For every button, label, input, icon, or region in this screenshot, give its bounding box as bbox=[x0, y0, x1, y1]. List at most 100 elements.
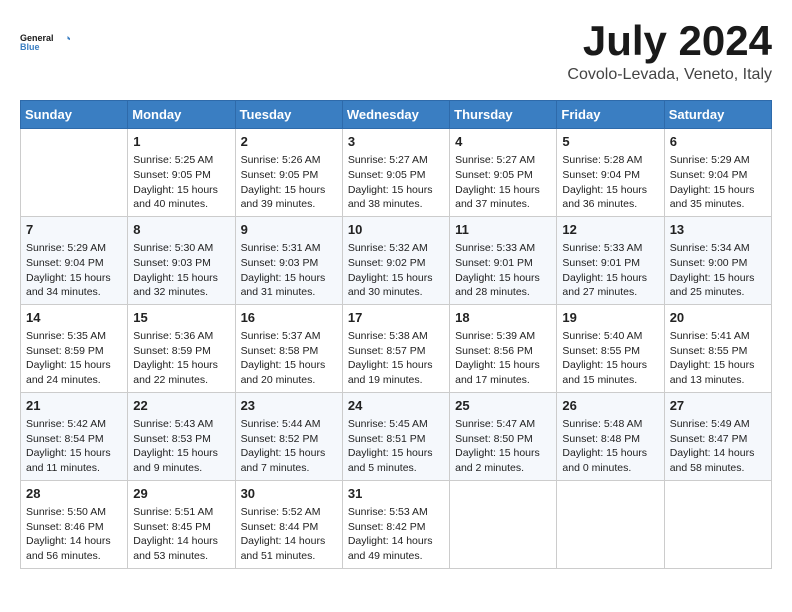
day-cell: 23 Sunrise: 5:44 AM Sunset: 8:52 PM Dayli… bbox=[235, 392, 342, 480]
day-info: Sunrise: 5:30 AM Sunset: 9:03 PM Dayligh… bbox=[133, 241, 229, 300]
day-cell: 7 Sunrise: 5:29 AM Sunset: 9:04 PM Daylig… bbox=[21, 216, 128, 304]
day-info: Sunrise: 5:47 AM Sunset: 8:50 PM Dayligh… bbox=[455, 417, 551, 476]
day-number: 18 bbox=[455, 309, 551, 327]
day-cell: 15 Sunrise: 5:36 AM Sunset: 8:59 PM Dayli… bbox=[128, 304, 235, 392]
col-header-tuesday: Tuesday bbox=[235, 101, 342, 129]
location-title: Covolo-Levada, Veneto, Italy bbox=[567, 66, 772, 84]
day-number: 16 bbox=[241, 309, 337, 327]
day-info: Sunrise: 5:28 AM Sunset: 9:04 PM Dayligh… bbox=[562, 153, 658, 212]
day-cell bbox=[450, 480, 557, 568]
day-cell: 2Sunrise: 5:26 AM Sunset: 9:05 PM Daylig… bbox=[235, 129, 342, 217]
logo: General Blue bbox=[20, 20, 70, 64]
day-info: Sunrise: 5:48 AM Sunset: 8:48 PM Dayligh… bbox=[562, 417, 658, 476]
day-cell: 28Sunrise: 5:50 AM Sunset: 8:46 PM Dayli… bbox=[21, 480, 128, 568]
day-number: 7 bbox=[26, 221, 122, 239]
week-row-5: 28Sunrise: 5:50 AM Sunset: 8:46 PM Dayli… bbox=[21, 480, 772, 568]
day-cell: 25 Sunrise: 5:47 AM Sunset: 8:50 PM Dayli… bbox=[450, 392, 557, 480]
col-header-saturday: Saturday bbox=[664, 101, 771, 129]
month-title: July 2024 bbox=[567, 20, 772, 62]
day-info: Sunrise: 5:41 AM Sunset: 8:55 PM Dayligh… bbox=[670, 329, 766, 388]
week-row-3: 14Sunrise: 5:35 AM Sunset: 8:59 PM Dayli… bbox=[21, 304, 772, 392]
week-row-4: 21Sunrise: 5:42 AM Sunset: 8:54 PM Dayli… bbox=[21, 392, 772, 480]
day-number: 13 bbox=[670, 221, 766, 239]
day-info: Sunrise: 5:52 AM Sunset: 8:44 PM Dayligh… bbox=[241, 505, 337, 564]
svg-text:General: General bbox=[20, 33, 54, 43]
day-info: Sunrise: 5:33 AM Sunset: 9:01 PM Dayligh… bbox=[455, 241, 551, 300]
day-info: Sunrise: 5:37 AM Sunset: 8:58 PM Dayligh… bbox=[241, 329, 337, 388]
day-info: Sunrise: 5:49 AM Sunset: 8:47 PM Dayligh… bbox=[670, 417, 766, 476]
day-cell: 3 Sunrise: 5:27 AM Sunset: 9:05 PM Daylig… bbox=[342, 129, 449, 217]
day-number: 28 bbox=[26, 485, 122, 503]
day-cell bbox=[557, 480, 664, 568]
day-cell: 18 Sunrise: 5:39 AM Sunset: 8:56 PM Dayli… bbox=[450, 304, 557, 392]
day-cell: 21Sunrise: 5:42 AM Sunset: 8:54 PM Dayli… bbox=[21, 392, 128, 480]
day-cell: 16 Sunrise: 5:37 AM Sunset: 8:58 PM Dayli… bbox=[235, 304, 342, 392]
day-number: 22 bbox=[133, 397, 229, 415]
day-cell: 14Sunrise: 5:35 AM Sunset: 8:59 PM Dayli… bbox=[21, 304, 128, 392]
day-cell: 19 Sunrise: 5:40 AM Sunset: 8:55 PM Dayli… bbox=[557, 304, 664, 392]
week-row-2: 7 Sunrise: 5:29 AM Sunset: 9:04 PM Daylig… bbox=[21, 216, 772, 304]
day-number: 14 bbox=[26, 309, 122, 327]
day-number: 9 bbox=[241, 221, 337, 239]
day-number: 19 bbox=[562, 309, 658, 327]
week-row-1: 1 Sunrise: 5:25 AM Sunset: 9:05 PM Daylig… bbox=[21, 129, 772, 217]
col-header-friday: Friday bbox=[557, 101, 664, 129]
day-number: 4 bbox=[455, 133, 551, 151]
day-number: 10 bbox=[348, 221, 444, 239]
day-number: 3 bbox=[348, 133, 444, 151]
page-header: General Blue July 2024 Covolo-Levada, Ve… bbox=[20, 20, 772, 84]
day-cell: 10 Sunrise: 5:32 AM Sunset: 9:02 PM Dayli… bbox=[342, 216, 449, 304]
day-number: 20 bbox=[670, 309, 766, 327]
day-number: 26 bbox=[562, 397, 658, 415]
day-cell: 26 Sunrise: 5:48 AM Sunset: 8:48 PM Dayli… bbox=[557, 392, 664, 480]
day-number: 8 bbox=[133, 221, 229, 239]
day-info: Sunrise: 5:51 AM Sunset: 8:45 PM Dayligh… bbox=[133, 505, 229, 564]
day-number: 23 bbox=[241, 397, 337, 415]
day-number: 27 bbox=[670, 397, 766, 415]
calendar-table: SundayMondayTuesdayWednesdayThursdayFrid… bbox=[20, 100, 772, 569]
day-info: Sunrise: 5:53 AM Sunset: 8:42 PM Dayligh… bbox=[348, 505, 444, 564]
day-number: 5 bbox=[562, 133, 658, 151]
day-cell bbox=[21, 129, 128, 217]
day-number: 25 bbox=[455, 397, 551, 415]
day-number: 6 bbox=[670, 133, 766, 151]
logo-svg: General Blue bbox=[20, 20, 70, 64]
col-header-sunday: Sunday bbox=[21, 101, 128, 129]
day-cell: 20 Sunrise: 5:41 AM Sunset: 8:55 PM Dayli… bbox=[664, 304, 771, 392]
day-info: Sunrise: 5:31 AM Sunset: 9:03 PM Dayligh… bbox=[241, 241, 337, 300]
day-number: 1 bbox=[133, 133, 229, 151]
day-info: Sunrise: 5:29 AM Sunset: 9:04 PM Dayligh… bbox=[26, 241, 122, 300]
day-info: Sunrise: 5:26 AM Sunset: 9:05 PM Dayligh… bbox=[241, 153, 337, 212]
day-info: Sunrise: 5:32 AM Sunset: 9:02 PM Dayligh… bbox=[348, 241, 444, 300]
day-cell: 8 Sunrise: 5:30 AM Sunset: 9:03 PM Daylig… bbox=[128, 216, 235, 304]
day-cell: 27 Sunrise: 5:49 AM Sunset: 8:47 PM Dayli… bbox=[664, 392, 771, 480]
day-info: Sunrise: 5:34 AM Sunset: 9:00 PM Dayligh… bbox=[670, 241, 766, 300]
day-info: Sunrise: 5:27 AM Sunset: 9:05 PM Dayligh… bbox=[455, 153, 551, 212]
day-cell: 29Sunrise: 5:51 AM Sunset: 8:45 PM Dayli… bbox=[128, 480, 235, 568]
day-cell: 11Sunrise: 5:33 AM Sunset: 9:01 PM Dayli… bbox=[450, 216, 557, 304]
day-info: Sunrise: 5:44 AM Sunset: 8:52 PM Dayligh… bbox=[241, 417, 337, 476]
day-number: 30 bbox=[241, 485, 337, 503]
day-cell: 22 Sunrise: 5:43 AM Sunset: 8:53 PM Dayli… bbox=[128, 392, 235, 480]
day-cell: 24 Sunrise: 5:45 AM Sunset: 8:51 PM Dayli… bbox=[342, 392, 449, 480]
day-number: 24 bbox=[348, 397, 444, 415]
day-info: Sunrise: 5:25 AM Sunset: 9:05 PM Dayligh… bbox=[133, 153, 229, 212]
day-cell: 30 Sunrise: 5:52 AM Sunset: 8:44 PM Dayli… bbox=[235, 480, 342, 568]
day-number: 12 bbox=[562, 221, 658, 239]
day-cell: 13 Sunrise: 5:34 AM Sunset: 9:00 PM Dayli… bbox=[664, 216, 771, 304]
day-cell: 9 Sunrise: 5:31 AM Sunset: 9:03 PM Daylig… bbox=[235, 216, 342, 304]
day-number: 15 bbox=[133, 309, 229, 327]
day-cell: 1 Sunrise: 5:25 AM Sunset: 9:05 PM Daylig… bbox=[128, 129, 235, 217]
day-info: Sunrise: 5:45 AM Sunset: 8:51 PM Dayligh… bbox=[348, 417, 444, 476]
day-cell: 31 Sunrise: 5:53 AM Sunset: 8:42 PM Dayli… bbox=[342, 480, 449, 568]
header-row: SundayMondayTuesdayWednesdayThursdayFrid… bbox=[21, 101, 772, 129]
day-number: 31 bbox=[348, 485, 444, 503]
day-info: Sunrise: 5:43 AM Sunset: 8:53 PM Dayligh… bbox=[133, 417, 229, 476]
day-info: Sunrise: 5:42 AM Sunset: 8:54 PM Dayligh… bbox=[26, 417, 122, 476]
day-info: Sunrise: 5:40 AM Sunset: 8:55 PM Dayligh… bbox=[562, 329, 658, 388]
day-info: Sunrise: 5:36 AM Sunset: 8:59 PM Dayligh… bbox=[133, 329, 229, 388]
day-info: Sunrise: 5:39 AM Sunset: 8:56 PM Dayligh… bbox=[455, 329, 551, 388]
day-info: Sunrise: 5:33 AM Sunset: 9:01 PM Dayligh… bbox=[562, 241, 658, 300]
day-info: Sunrise: 5:27 AM Sunset: 9:05 PM Dayligh… bbox=[348, 153, 444, 212]
title-area: July 2024 Covolo-Levada, Veneto, Italy bbox=[567, 20, 772, 84]
